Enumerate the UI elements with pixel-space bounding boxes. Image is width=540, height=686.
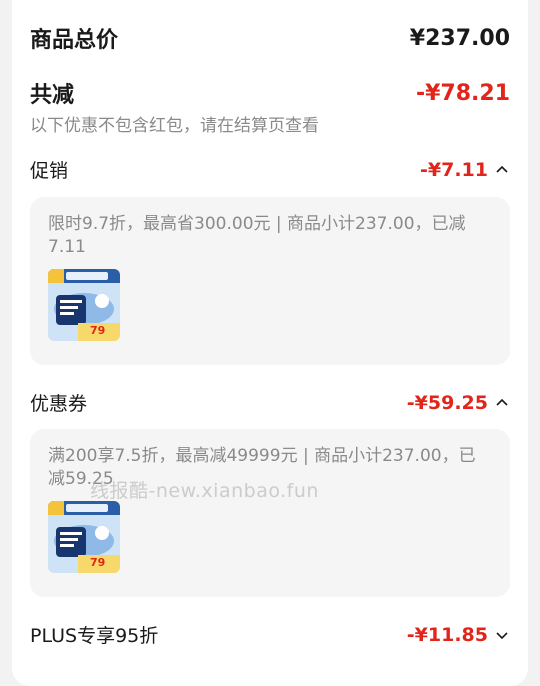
total-row: 商品总价 ¥237.00 <box>30 22 510 54</box>
chevron-up-icon <box>496 165 508 173</box>
chevron-up-icon <box>496 398 508 406</box>
plus-row[interactable]: PLUS专享95折 -¥11.85 <box>30 621 510 648</box>
promo-amount-toggle[interactable]: -¥7.11 <box>420 159 510 181</box>
coupon-amount: -¥59.25 <box>406 391 488 414</box>
discount-label: 共减 <box>30 83 75 108</box>
discount-note: 以下优惠不包含红包，请在结算页查看 <box>30 116 319 136</box>
product-thumbnail[interactable]: 79 <box>48 501 120 573</box>
discount-total: -¥78.21 <box>415 80 510 106</box>
plus-label: PLUS专享95折 <box>30 625 159 647</box>
plus-amount-toggle[interactable]: -¥11.85 <box>407 624 510 646</box>
coupon-label: 优惠券 <box>30 393 88 415</box>
watermark: 线报酷-new.xianbao.fun <box>90 480 319 502</box>
promo-amount: -¥7.11 <box>420 158 488 181</box>
coupon-amount-toggle[interactable]: -¥59.25 <box>407 392 510 414</box>
total-label: 商品总价 <box>30 28 119 53</box>
promo-description: 限时9.7折，最高省300.00元 | 商品小计237.00，已减7.11 <box>48 214 466 257</box>
product-image-icon <box>48 269 120 341</box>
product-badge-price: 79 <box>90 556 106 569</box>
product-thumbnail[interactable]: 79 <box>48 269 120 341</box>
promo-row[interactable]: 促销 -¥7.11 <box>30 156 510 183</box>
promo-detail-panel: 限时9.7折，最高省300.00元 | 商品小计237.00，已减7.11 79 <box>30 197 510 365</box>
coupon-row[interactable]: 优惠券 -¥59.25 <box>30 389 510 416</box>
promo-label: 促销 <box>30 160 69 182</box>
coupon-detail-panel: 满200享7.5折，最高减49999元 | 商品小计237.00，已减59.25… <box>30 429 510 597</box>
plus-amount: -¥11.85 <box>406 623 488 646</box>
total-price: ¥237.00 <box>409 25 510 51</box>
discount-row: 共减 -¥78.21 <box>30 77 510 109</box>
product-image-icon <box>48 501 120 573</box>
chevron-down-icon <box>496 631 508 639</box>
product-badge-price: 79 <box>90 324 106 337</box>
